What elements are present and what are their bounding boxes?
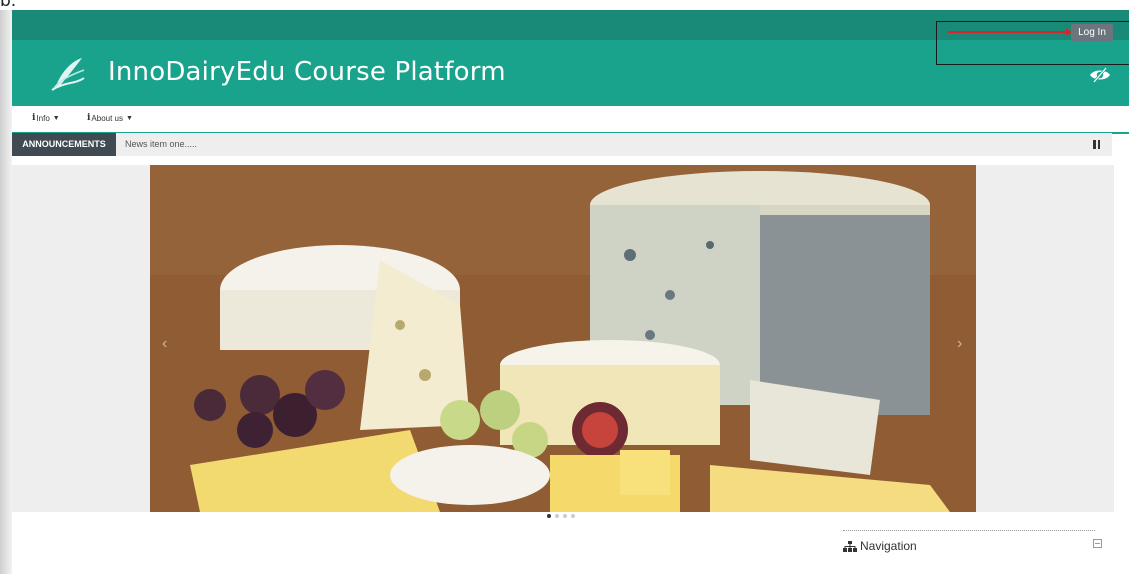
login-button[interactable]: Log In: [1071, 24, 1113, 41]
carousel-prev-icon[interactable]: ‹: [162, 335, 167, 353]
nav-item-info[interactable]: i Info ▼: [32, 113, 60, 123]
block-title: Navigation: [843, 539, 917, 553]
carousel-dot[interactable]: [555, 514, 559, 518]
site-title[interactable]: InnoDairyEdu Course Platform: [108, 57, 506, 87]
carousel-dot[interactable]: [571, 514, 575, 518]
carousel-dot[interactable]: [563, 514, 567, 518]
annotation-arrow: [948, 28, 1072, 36]
block-title-label: Navigation: [860, 539, 917, 553]
announcement-text[interactable]: News item one.....: [125, 133, 197, 156]
cheese-slide-image: [150, 165, 976, 512]
announcement-label: ANNOUNCEMENTS: [12, 133, 116, 156]
leaf-logo-icon: [51, 58, 85, 91]
nav-item-label: About us: [91, 113, 123, 123]
carousel-indicators: [547, 514, 575, 518]
carousel-next-icon[interactable]: ›: [957, 335, 962, 353]
main-navbar: i Info ▼ i About us ▼: [12, 106, 1129, 134]
announcement-bar: ANNOUNCEMENTS News item one.....: [12, 133, 1112, 156]
carousel-dot[interactable]: [547, 514, 551, 518]
nav-item-about[interactable]: i About us ▼: [87, 113, 133, 123]
block-divider: [843, 530, 1095, 531]
eye-slash-icon[interactable]: [1089, 67, 1111, 83]
caret-down-icon: ▼: [126, 114, 133, 122]
nav-item-label: Info: [36, 113, 50, 123]
sitemap-icon: [843, 540, 857, 552]
info-icon: i: [32, 113, 36, 123]
collapse-icon[interactable]: [1093, 539, 1102, 548]
pause-icon[interactable]: [1093, 140, 1100, 149]
window-edge: [0, 10, 12, 574]
navigation-block: Navigation: [843, 530, 1102, 560]
image-carousel: ‹ ›: [12, 165, 1114, 512]
caret-down-icon: ▼: [52, 114, 60, 122]
info-icon: i: [87, 113, 91, 123]
